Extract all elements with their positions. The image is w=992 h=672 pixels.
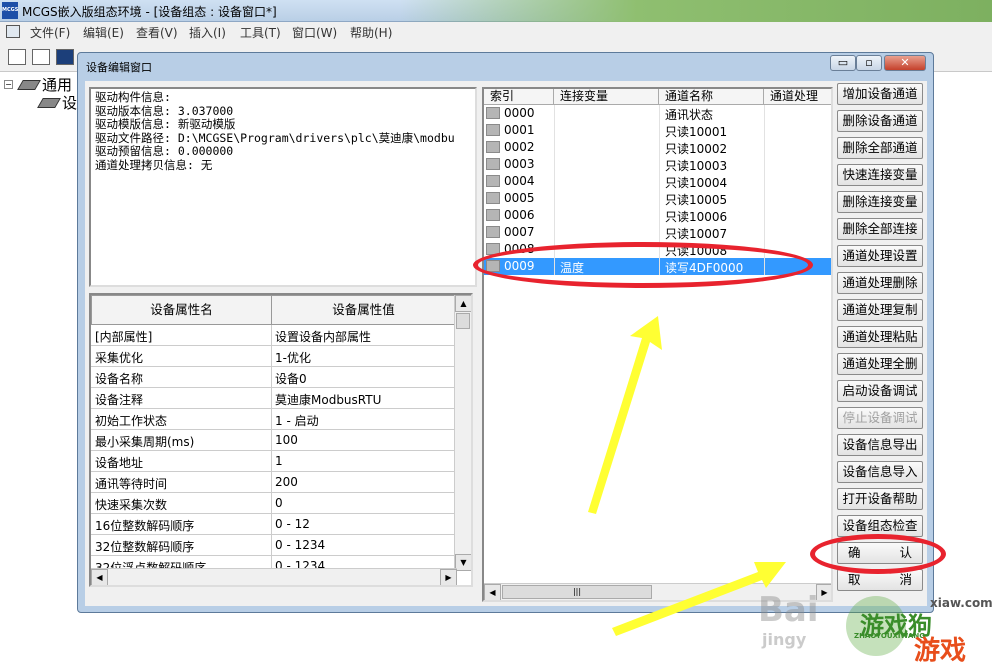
game-site-logo: 游戏狗 xiaw.com ZHAOYOUXIWANG 游戏 [826,594,992,672]
baidu-watermark-sub: jingy [762,630,807,649]
site-text: xiaw.com [930,596,992,610]
annotation-arrows [588,316,786,636]
brand-text-2: 游戏 [914,636,967,666]
arrow-up-icon [588,316,662,514]
baidu-watermark: Bai [758,590,819,630]
